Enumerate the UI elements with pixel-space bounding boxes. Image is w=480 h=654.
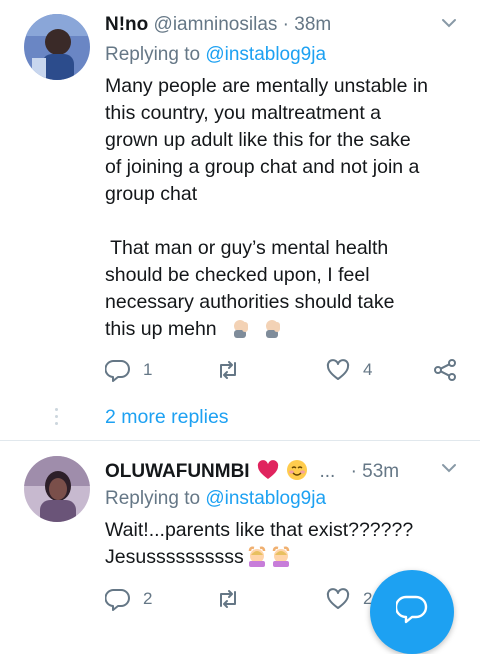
reply-button[interactable]: 2 — [105, 586, 152, 612]
heart-icon — [326, 359, 350, 380]
compose-icon — [396, 595, 428, 624]
share-icon — [434, 359, 456, 381]
red-heart-emoji-icon — [257, 459, 279, 481]
body-line: this country, you maltreatment a — [105, 102, 382, 124]
body-line: this up mehn — [105, 318, 217, 340]
avatar[interactable] — [24, 14, 90, 80]
display-name[interactable]: OLUWAFUNMBI — [105, 461, 250, 482]
user-handle[interactable]: @iamninosilas — [154, 14, 278, 35]
chevron-down-icon[interactable] — [440, 459, 458, 482]
replying-to-link[interactable]: @instablog9ja — [205, 488, 326, 509]
replying-to: Replying to @instablog9ja — [105, 44, 326, 66]
heart-icon — [326, 588, 350, 609]
reply-count: 2 — [143, 589, 153, 608]
name-overflow: ... — [319, 461, 336, 482]
tweet-body: Wait!...parents like that exist?????? Je… — [105, 517, 465, 571]
body-line: group chat — [105, 183, 198, 205]
replying-prefix: Replying to — [105, 488, 206, 509]
body-line: necessary authorities should take — [105, 291, 395, 313]
retweet-icon — [220, 361, 236, 379]
tweet-header: OLUWAFUNMBI ... · 53m — [105, 459, 399, 483]
replying-to-link[interactable]: @instablog9ja — [205, 44, 326, 65]
thread-dots — [55, 408, 59, 429]
body-line: should be checked upon, I feel — [105, 264, 370, 286]
body-line: That man or guy’s mental health — [105, 237, 389, 259]
avatar[interactable] — [24, 456, 90, 522]
chevron-down-icon[interactable] — [440, 14, 458, 37]
like-button[interactable]: 2 — [325, 586, 372, 612]
tweet-body: Many people are mentally unstable in thi… — [105, 73, 465, 343]
compose-button[interactable] — [370, 570, 454, 654]
retweet-icon — [220, 590, 236, 608]
reply-button[interactable]: 1 — [105, 357, 152, 383]
divider — [0, 440, 480, 441]
timestamp[interactable]: 38m — [294, 14, 331, 35]
body-line: Wait!...parents like that exist?????? — [105, 519, 414, 541]
more-replies-link[interactable]: 2 more replies — [105, 406, 229, 429]
timestamp[interactable]: 53m — [362, 461, 399, 482]
raising-hands-emoji-icon — [270, 545, 292, 567]
reply-icon — [105, 360, 130, 382]
separator-dot: · — [350, 461, 357, 482]
raising-hands-emoji-icon — [246, 545, 268, 567]
tweet-header: N!no @iamninosilas · 38m — [105, 14, 331, 36]
replying-prefix: Replying to — [105, 44, 206, 65]
like-count: 4 — [363, 360, 373, 379]
share-button[interactable] — [432, 357, 458, 383]
replying-to: Replying to @instablog9ja — [105, 488, 326, 510]
reply-icon — [105, 589, 130, 611]
body-line: of joining a group chat and not join a — [105, 156, 420, 178]
like-button[interactable]: 4 — [325, 357, 372, 383]
smiling-face-emoji-icon — [286, 459, 308, 481]
retweet-button[interactable] — [215, 586, 241, 612]
display-name[interactable]: N!no — [105, 14, 148, 35]
tweet-actions: 1 4 — [105, 357, 465, 387]
body-line: Jesussssssssss — [105, 546, 244, 568]
separator-dot: · — [282, 14, 289, 35]
facepalm-emoji-icon — [262, 317, 284, 339]
body-line: grown up adult like this for the sake — [105, 129, 411, 151]
reply-count: 1 — [143, 360, 153, 379]
body-line: Many people are mentally unstable in — [105, 75, 429, 97]
retweet-button[interactable] — [215, 357, 241, 383]
body-line — [105, 208, 465, 235]
facepalm-emoji-icon — [230, 317, 252, 339]
